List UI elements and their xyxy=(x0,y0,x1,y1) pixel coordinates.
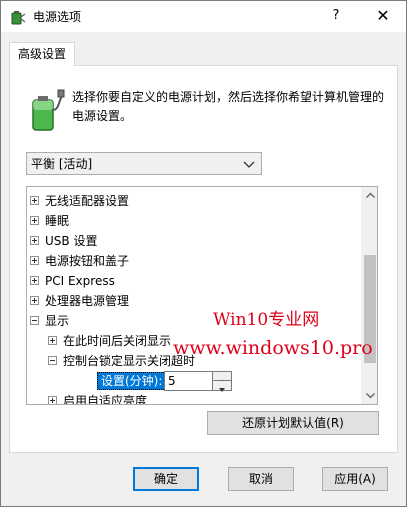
scroll-up-icon[interactable] xyxy=(362,187,378,204)
tree-item-label: USB 设置 xyxy=(45,234,98,248)
tree-item-label: 启用自适应亮度 xyxy=(63,394,148,405)
settings-tree[interactable]: 无线适配器设置 睡眠 USB 设置 电源按钮和盖子 PCI Express 处理… xyxy=(26,186,378,405)
chevron-down-icon xyxy=(243,161,255,168)
tree-item-wireless-adapter[interactable]: 无线适配器设置 xyxy=(27,191,360,211)
expand-icon[interactable] xyxy=(30,296,39,305)
expand-icon[interactable] xyxy=(30,216,39,225)
stepper-up-button[interactable] xyxy=(213,372,231,384)
tree-item-label: 睡眠 xyxy=(45,214,70,228)
minutes-input[interactable] xyxy=(165,372,213,390)
scroll-down-icon[interactable] xyxy=(362,387,378,404)
tree-item-label: 电源按钮和盖子 xyxy=(45,254,130,268)
setting-minutes-label: 设置(分钟): xyxy=(97,372,167,390)
tree-scrollbar[interactable] xyxy=(361,187,378,404)
collapse-icon[interactable] xyxy=(48,356,57,365)
power-plan-selected: 平衡 [活动] xyxy=(31,157,93,171)
tree-item-usb[interactable]: USB 设置 xyxy=(27,231,360,251)
advanced-settings-panel: 选择你要自定义的电源计划，然后选择你希望计算机管理的电源设置。 平衡 [活动] … xyxy=(9,65,398,453)
power-plan-dropdown[interactable]: 平衡 [活动] xyxy=(26,152,262,175)
restore-defaults-button[interactable]: 还原计划默认值(R) xyxy=(207,411,379,435)
tree-item-label: 处理器电源管理 xyxy=(45,294,130,308)
title-bar: 电源选项 ? ✕ xyxy=(1,1,406,32)
expand-icon[interactable] xyxy=(30,196,39,205)
tree-item-label: 在此时间后关闭显示 xyxy=(63,334,172,348)
tree-item-processor[interactable]: 处理器电源管理 xyxy=(27,291,360,311)
expand-icon[interactable] xyxy=(30,276,39,285)
tree-item-label: 显示 xyxy=(45,314,70,328)
tree-item-label: 无线适配器设置 xyxy=(45,194,130,208)
tab-advanced-settings[interactable]: 高级设置 xyxy=(9,42,76,66)
expand-icon[interactable] xyxy=(48,396,57,404)
tree-item-adaptive-brightness[interactable]: 启用自适应亮度 xyxy=(27,391,360,405)
power-options-dialog: 电源选项 ? ✕ 高级设置 选择你要自定义的电源计划，然后选择你希望计算机管理的… xyxy=(0,0,407,507)
tree-item-label: 控制台锁定显示关闭超时 xyxy=(63,354,196,368)
cancel-button[interactable]: 取消 xyxy=(228,467,294,491)
tree-item-turn-off-display[interactable]: 在此时间后关闭显示 xyxy=(27,331,360,351)
tree-item-label: PCI Express xyxy=(45,274,115,288)
expand-icon[interactable] xyxy=(30,236,39,245)
window-title: 电源选项 xyxy=(33,10,82,24)
expand-icon[interactable] xyxy=(30,256,39,265)
battery-plug-icon xyxy=(32,89,65,131)
tree-item-display[interactable]: 显示 xyxy=(27,311,360,331)
tree-item-console-lock-timeout[interactable]: 控制台锁定显示关闭超时 xyxy=(27,351,360,371)
power-options-icon xyxy=(11,11,26,25)
tree-item-power-buttons[interactable]: 电源按钮和盖子 xyxy=(27,251,360,271)
scrollbar-thumb[interactable] xyxy=(364,255,376,363)
close-button[interactable]: ✕ xyxy=(363,3,403,29)
minutes-stepper[interactable] xyxy=(164,371,232,392)
help-button[interactable]: ? xyxy=(319,3,353,29)
description-text: 选择你要自定义的电源计划，然后选择你希望计算机管理的电源设置。 xyxy=(72,90,385,123)
ok-button[interactable]: 确定 xyxy=(133,467,199,491)
expand-icon[interactable] xyxy=(48,336,57,345)
dialog-body: 高级设置 选择你要自定义的电源计划，然后选择你希望计算机管理的电源设置。 平衡 … xyxy=(1,32,406,506)
tree-item-sleep[interactable]: 睡眠 xyxy=(27,211,360,231)
setting-row[interactable]: 设置(分钟): xyxy=(27,371,360,392)
stepper-down-button[interactable] xyxy=(213,381,231,392)
tree-item-pci-express[interactable]: PCI Express xyxy=(27,271,360,291)
apply-button[interactable]: 应用(A) xyxy=(322,467,388,491)
collapse-icon[interactable] xyxy=(30,316,39,325)
